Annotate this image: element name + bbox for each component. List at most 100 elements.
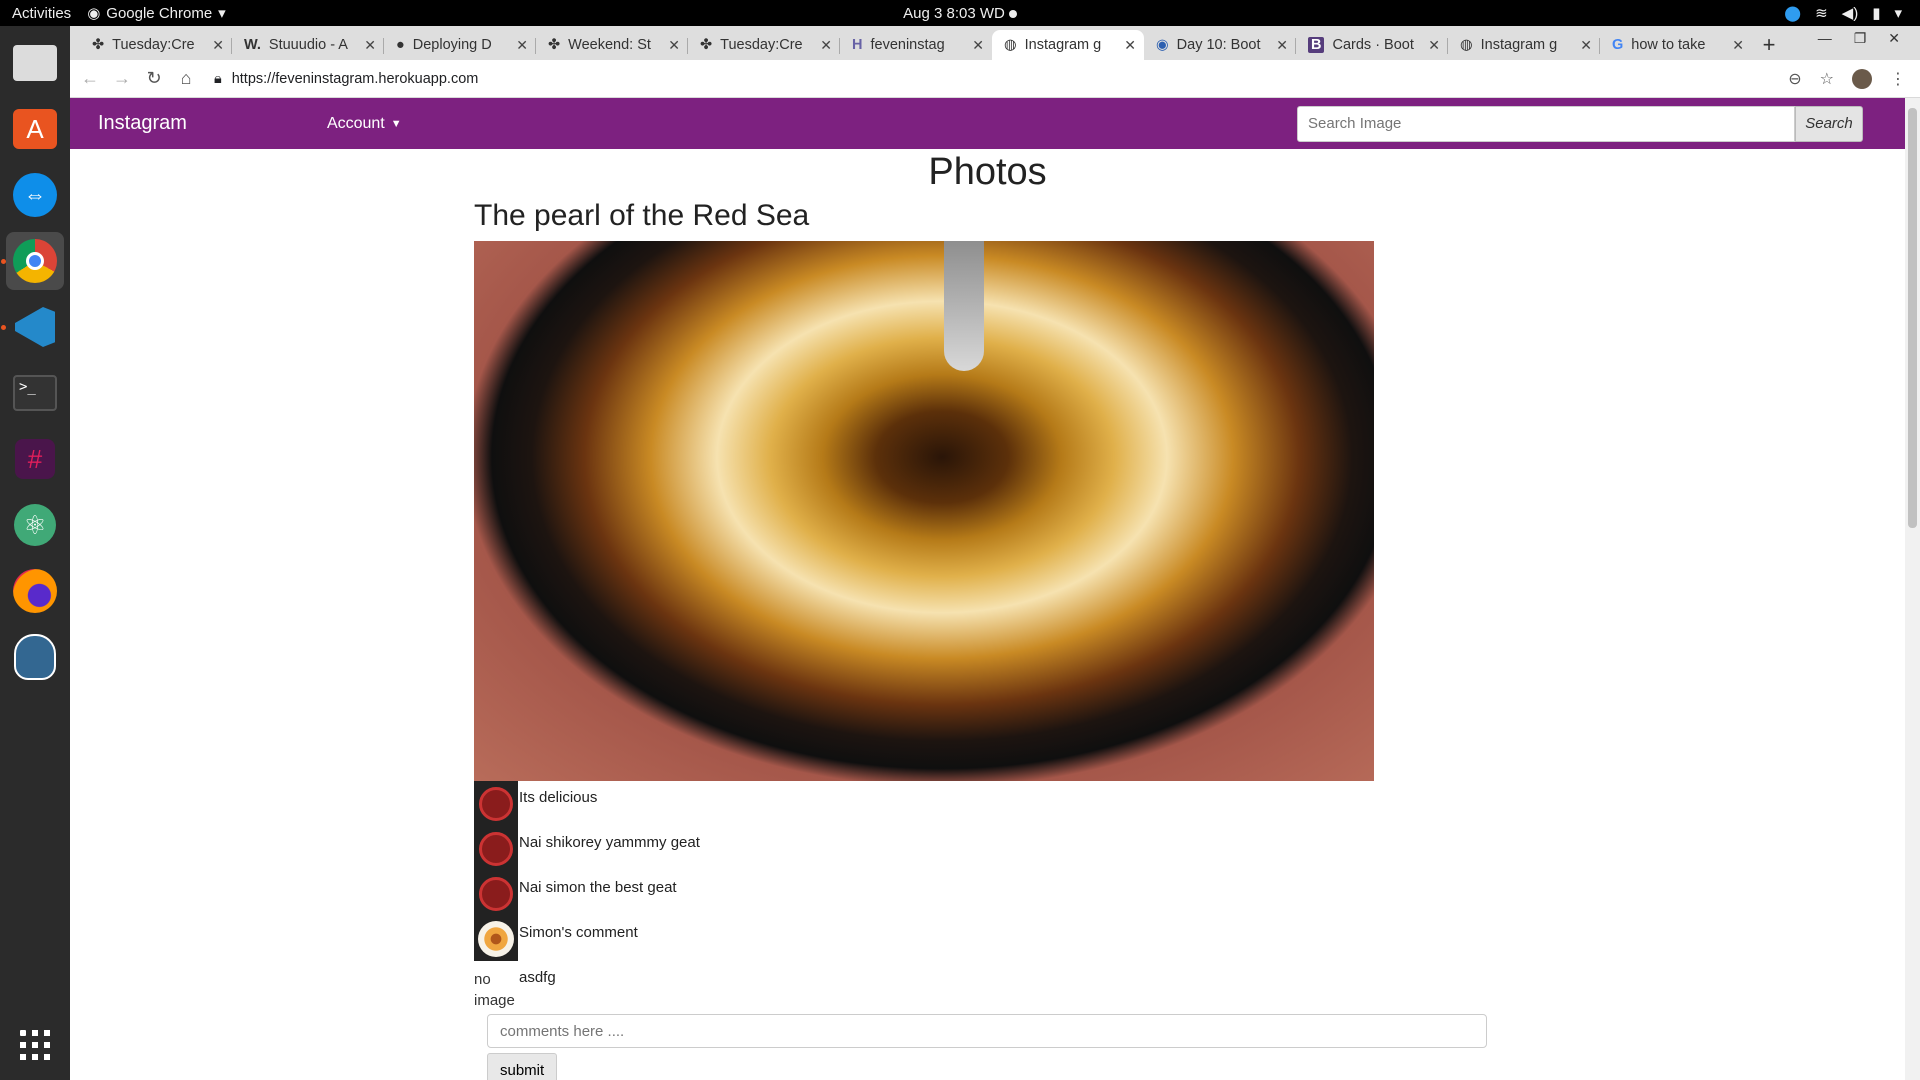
app-menu[interactable]: ◉ Google Chrome ▾ — [87, 4, 226, 23]
heroku-icon: H — [852, 37, 863, 53]
home-icon[interactable]: ⌂ — [170, 68, 202, 89]
slack-icon[interactable]: # — [6, 430, 64, 488]
tab[interactable]: Hfeveninstag ✕ — [840, 30, 992, 60]
codewars-icon — [479, 786, 513, 821]
tab-label: Instagram g — [1024, 37, 1102, 53]
vscode-icon[interactable] — [6, 298, 64, 356]
tab-strip: ✤ Tuesday:Cre ✕ W. Stuuudio - A ✕ ● Deploying… — [70, 26, 1920, 60]
page-scrollbar[interactable] — [1905, 98, 1920, 1080]
tab-label: Deploying D — [412, 37, 492, 53]
close-window-icon[interactable]: ✕ — [1888, 30, 1900, 47]
reload-icon[interactable]: ↻ — [138, 68, 170, 89]
minimize-icon[interactable]: — — [1818, 30, 1832, 47]
tab-label: Tuesday:Cre — [112, 37, 195, 53]
comment-row: Nai simon the best geat — [474, 871, 1474, 916]
github-icon: ● — [396, 37, 405, 53]
account-dropdown[interactable]: Account ▼ — [327, 115, 402, 133]
submit-button[interactable]: submit — [487, 1053, 558, 1080]
broken-avatar-alt: no image — [474, 971, 515, 1009]
brand-link[interactable]: Instagram — [98, 112, 187, 135]
close-icon[interactable]: ✕ — [364, 37, 376, 54]
tab[interactable]: ◉ Day 10: Boot ✕ — [1144, 30, 1296, 60]
battery-icon[interactable]: ▮ — [1872, 4, 1880, 22]
zoom-icon[interactable]: ⊖ — [1788, 69, 1801, 89]
files-icon[interactable] — [6, 34, 64, 92]
close-icon[interactable]: ✕ — [668, 37, 680, 54]
terminal-icon[interactable]: >_ — [6, 364, 64, 422]
close-icon[interactable]: ✕ — [1732, 37, 1744, 54]
browser-toolbar: ← → ↻ ⌂ 🔒︎ https://feveninstagram.heroku… — [70, 60, 1920, 98]
tab[interactable]: ◍ Instagram g ✕ — [1448, 30, 1600, 60]
tab[interactable]: ✤ Tuesday:Cre ✕ — [80, 30, 232, 60]
restore-icon[interactable]: ❐ — [1854, 30, 1867, 47]
close-icon[interactable]: ✕ — [1428, 37, 1440, 54]
new-tab-button[interactable]: + — [1752, 30, 1786, 60]
tab-active[interactable]: ◍ Instagram g ✕ — [992, 30, 1144, 60]
dock: A ⇔ >_ # ⚛ — [0, 26, 70, 1080]
tab[interactable]: ✤ Weekend: St ✕ — [536, 30, 688, 60]
tab-label: Instagram g — [1480, 37, 1558, 53]
scrollbar-thumb[interactable] — [1908, 108, 1917, 528]
comment-row: no image asdfg — [474, 961, 1474, 1009]
back-icon[interactable]: ← — [74, 68, 106, 89]
google-icon: G — [1612, 37, 1624, 53]
comment-form: submit — [487, 1014, 1487, 1080]
lock-icon[interactable]: 🔒︎ — [214, 71, 222, 87]
close-icon[interactable]: ✕ — [1580, 37, 1592, 54]
close-icon[interactable]: ✕ — [516, 37, 528, 54]
page-title: Photos — [928, 151, 1047, 193]
tab[interactable]: W. Stuuudio - A ✕ — [232, 30, 384, 60]
comment-text: Nai shikorey yammmy geat — [519, 834, 700, 851]
app-menu-label: Google Chrome — [106, 4, 213, 22]
close-icon[interactable]: ✕ — [1276, 37, 1288, 54]
post-image — [474, 241, 1374, 781]
tab-label: Cards · Boot — [1332, 37, 1414, 53]
close-icon[interactable]: ✕ — [212, 37, 224, 54]
volume-icon[interactable]: ◀) — [1842, 4, 1859, 22]
comment-row: Its delicious — [474, 781, 1474, 826]
firefox-icon[interactable] — [6, 562, 64, 620]
search-button[interactable]: Search — [1795, 105, 1863, 142]
close-icon[interactable]: ✕ — [820, 37, 832, 54]
tab-favicon-icon: ✤ — [700, 37, 713, 53]
menu-kebab-icon[interactable]: ⋮ — [1890, 69, 1906, 89]
activities-button[interactable]: Activities — [0, 5, 81, 22]
atom-icon[interactable]: ⚛ — [6, 496, 64, 554]
comment-text: Nai simon the best geat — [519, 879, 677, 896]
close-icon[interactable]: ✕ — [1124, 37, 1136, 54]
tab[interactable]: ● Deploying D ✕ — [384, 30, 536, 60]
tab[interactable]: ✤ Tuesday:Cre ✕ — [688, 30, 840, 60]
commenter-avatar — [474, 781, 518, 826]
wifi-icon[interactable]: ≋ — [1815, 4, 1828, 22]
search-input[interactable] — [1297, 105, 1795, 142]
clock[interactable]: Aug 3 8:03 WD — [903, 5, 1017, 22]
address-bar[interactable]: 🔒︎ https://feveninstagram.herokuapp.com — [214, 64, 1774, 94]
close-icon[interactable]: ✕ — [972, 37, 984, 54]
tab-favicon-icon: W. — [244, 37, 261, 53]
tab-label: Tuesday:Cre — [720, 37, 803, 53]
apps-grid-icon[interactable] — [6, 1016, 64, 1074]
star-icon[interactable]: ☆ — [1820, 69, 1834, 89]
chevron-down-icon[interactable]: ▾ — [1894, 4, 1902, 22]
url-text: https://feveninstagram.herokuapp.com — [231, 70, 479, 87]
running-indicator — [1, 259, 6, 264]
tab-label: Stuuudio - A — [268, 37, 348, 53]
comment-text: Its delicious — [519, 789, 598, 806]
profile-avatar[interactable] — [1852, 68, 1872, 89]
browser-window: ✤ Tuesday:Cre ✕ W. Stuuudio - A ✕ ● Deploying… — [70, 26, 1920, 1080]
postgres-icon[interactable] — [6, 628, 64, 686]
tab-label: Weekend: St — [568, 37, 651, 53]
tab[interactable]: Ghow to take ✕ — [1600, 30, 1752, 60]
comment-input[interactable] — [487, 1014, 1487, 1048]
software-center-icon[interactable]: A — [6, 100, 64, 158]
chrome-icon[interactable] — [6, 232, 64, 290]
bootstrap-icon: B — [1308, 37, 1325, 53]
commenter-avatar — [474, 826, 518, 871]
caret-down-icon: ▼ — [390, 117, 402, 130]
tab[interactable]: B Cards · Boot ✕ — [1296, 30, 1448, 60]
globe-icon: ◍ — [1460, 37, 1473, 53]
teamviewer-tray-icon[interactable]: ⬤ — [1784, 4, 1801, 22]
forward-icon[interactable]: → — [106, 68, 138, 89]
teamviewer-icon[interactable]: ⇔ — [6, 166, 64, 224]
globe-icon: ◍ — [1004, 37, 1017, 53]
